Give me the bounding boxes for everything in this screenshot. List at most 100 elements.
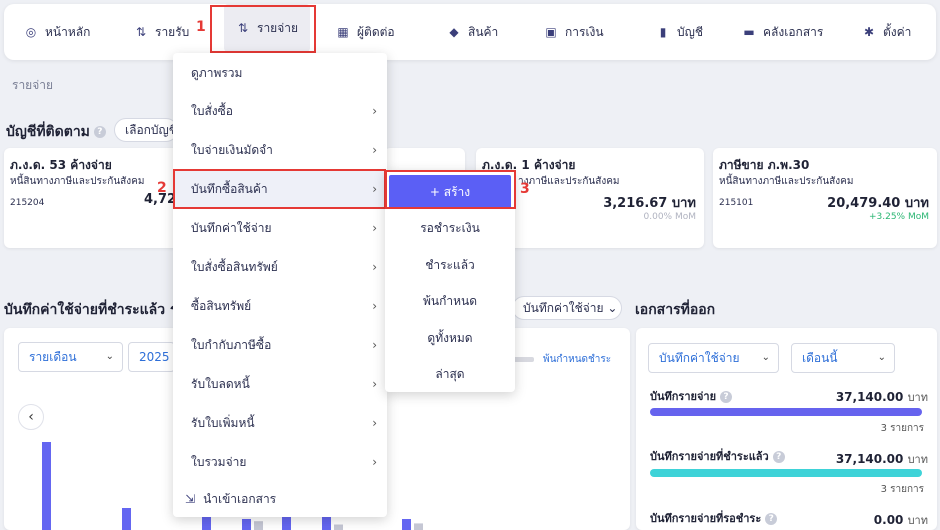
- import-icon: ⇲: [185, 492, 196, 506]
- documents-title: เอกสารที่ออก: [635, 302, 716, 318]
- card-code: 215204: [10, 198, 45, 208]
- metric-label: บันทึกรายจ่ายที่รอชำระ?: [650, 509, 778, 527]
- help-icon[interactable]: ?: [765, 513, 778, 525]
- chevron-right-icon: ›: [372, 416, 377, 430]
- metric-bar: [650, 408, 922, 416]
- doc-period-select[interactable]: เดือนนี้ ⌄: [791, 343, 895, 373]
- submenu-item-awaiting-payment[interactable]: รอชำระเงิน: [385, 219, 515, 238]
- nav-settings[interactable]: ✱ ตั้งค่า: [862, 4, 911, 60]
- annotation-number-2: 2: [157, 180, 167, 196]
- chevron-right-icon: ›: [372, 377, 377, 391]
- menu-item-import[interactable]: ⇲ นำเข้าเอกสาร: [173, 480, 387, 518]
- contacts-icon: ▦: [337, 25, 349, 39]
- nav-income[interactable]: ⇅ รายรับ: [134, 4, 189, 60]
- metric-bar: [650, 469, 922, 477]
- metric-count: 3 รายการ: [880, 484, 924, 495]
- period-select[interactable]: รายเดือน ⌄: [18, 342, 123, 372]
- nav-accounting-label: บัญชี: [677, 24, 703, 39]
- menu-item-deposit-payment[interactable]: ใบจ่ายเงินมัดจำ ›: [173, 131, 387, 169]
- menu-item-label: นำเข้าเอกสาร: [203, 492, 277, 506]
- chevron-right-icon: ›: [372, 182, 377, 196]
- purchase-record-submenu: + สร้าง รอชำระเงิน ชำระแล้ว พ้นกำหนด ดูท…: [385, 170, 515, 392]
- card-amount: 20,479.40 บาท: [827, 196, 929, 211]
- help-icon[interactable]: ?: [772, 451, 785, 463]
- nav-products[interactable]: ◆ สินค้า: [447, 4, 498, 60]
- annotation-number-3: 3: [520, 181, 530, 197]
- submenu-item-view-all[interactable]: ดูทั้งหมด: [385, 329, 515, 348]
- metric-value-number: 37,140.00: [835, 390, 904, 404]
- year-select[interactable]: 2025: [128, 342, 175, 372]
- nav-expense-label: รายจ่าย: [257, 20, 299, 35]
- menu-item-overview[interactable]: ดูภาพรวม: [173, 54, 387, 92]
- chevron-right-icon: ›: [372, 143, 377, 157]
- doc-type-select[interactable]: บันทึกค่าใช้จ่าย ⌄: [648, 343, 779, 373]
- metric-unit: บาท: [907, 514, 928, 527]
- menu-item-purchase-order[interactable]: ใบสั่งซื้อ ›: [173, 92, 387, 130]
- submenu-item-overdue[interactable]: พ้นกำหนด: [385, 292, 515, 311]
- folder-icon: ▬: [743, 25, 755, 39]
- menu-item-expense-record[interactable]: บันทึกค่าใช้จ่าย ›: [173, 209, 387, 247]
- nav-expense[interactable]: ⇅ รายจ่าย: [224, 4, 311, 52]
- card-title: ภาษีขาย ภ.พ.30: [719, 158, 810, 172]
- menu-item-label: บันทึกซื้อสินค้า: [191, 182, 268, 196]
- nav-home-label: หน้าหลัก: [45, 24, 91, 39]
- account-card[interactable]: ภ.ง.ด. 53 ค้างจ่าย หนี้สินทางภาษีและประก…: [4, 148, 194, 248]
- menu-item-asset-purchase[interactable]: ซื้อสินทรัพย์ ›: [173, 287, 387, 325]
- metric-label: บันทึกรายจ่ายที่ชำระแล้ว?: [650, 447, 785, 465]
- card-mom: +3.25% MoM: [868, 212, 929, 222]
- nav-products-label: สินค้า: [468, 24, 499, 39]
- nav-finance-label: การเงิน: [565, 24, 604, 39]
- money-icon: ▣: [545, 25, 557, 39]
- menu-item-label: ใบสั่งซื้อสินทรัพย์: [191, 260, 278, 274]
- nav-documents[interactable]: ▬ คลังเอกสาร: [742, 4, 823, 60]
- submenu-item-paid[interactable]: ชำระแล้ว: [385, 256, 515, 275]
- chevron-right-icon: ›: [372, 221, 377, 235]
- submenu-item-recent[interactable]: ล่าสุด: [385, 365, 515, 384]
- metric-unit: บาท: [907, 391, 928, 404]
- expense-type-label: บันทึกค่าใช้จ่าย: [523, 301, 604, 315]
- nav-accounting[interactable]: ▮ บัญชี: [656, 4, 703, 60]
- help-icon[interactable]: ?: [93, 126, 106, 138]
- sort-icon: ⇅: [237, 21, 249, 35]
- tracked-accounts-title: บัญชีที่ติดตาม?: [6, 121, 106, 143]
- card-title: ภ.ง.ด. 53 ค้างจ่าย: [10, 158, 112, 172]
- menu-item-label: ดูภาพรวม: [191, 66, 243, 80]
- create-button[interactable]: + สร้าง: [389, 175, 511, 209]
- chart-bar: [334, 524, 343, 530]
- expense-type-select[interactable]: บันทึกค่าใช้จ่าย ⌄: [512, 296, 622, 320]
- nav-documents-label: คลังเอกสาร: [763, 24, 824, 39]
- chevron-left-icon[interactable]: ‹: [18, 404, 44, 430]
- menu-item-label: ใบรวมจ่าย: [191, 455, 247, 469]
- chevron-down-icon: ⌄: [105, 351, 114, 362]
- menu-item-asset-po[interactable]: ใบสั่งซื้อสินทรัพย์ ›: [173, 248, 387, 286]
- expenses-section-title: บันทึกค่าใช้จ่ายที่ชำระแล้ว รอชำ: [4, 302, 179, 318]
- menu-item-label: ซื้อสินทรัพย์: [191, 299, 252, 313]
- book-icon: ▮: [659, 25, 667, 39]
- legend-overdue: พ้นกำหนดชำระ: [543, 354, 612, 365]
- top-navigation: ◎ หน้าหลัก ⇅ รายรับ ⇅ รายจ่าย ▦ ผู้ติดต่…: [4, 4, 936, 60]
- menu-item-debit-note[interactable]: รับใบเพิ่มหนี้ ›: [173, 404, 387, 442]
- doc-period-label: เดือนนี้: [802, 351, 838, 365]
- metric-value-number: 37,140.00: [835, 452, 904, 466]
- nav-finance[interactable]: ▣ การเงิน: [544, 4, 604, 60]
- account-card[interactable]: ภาษีขาย ภ.พ.30 หนี้สินทางภาษีและประกันสั…: [713, 148, 937, 248]
- help-icon[interactable]: ?: [720, 391, 733, 403]
- nav-contacts[interactable]: ▦ ผู้ติดต่อ: [336, 4, 395, 60]
- menu-item-combined-payment[interactable]: ใบรวมจ่าย ›: [173, 443, 387, 481]
- chart-bar: [414, 523, 423, 530]
- chevron-right-icon: ›: [372, 260, 377, 274]
- chevron-right-icon: ›: [372, 299, 377, 313]
- select-account-button[interactable]: เลือกบัญชี: [114, 118, 178, 142]
- nav-contacts-label: ผู้ติดต่อ: [357, 24, 395, 39]
- metric-value-number: 0.00: [873, 513, 904, 527]
- menu-item-credit-note[interactable]: รับใบลดหนี้ ›: [173, 365, 387, 403]
- chevron-down-icon: ⌄: [607, 301, 618, 315]
- chevron-right-icon: ›: [372, 455, 377, 469]
- sort-icon: ⇅: [135, 25, 147, 39]
- menu-item-purchase-record[interactable]: บันทึกซื้อสินค้า ›: [173, 170, 387, 208]
- dashboard-icon: ◎: [25, 25, 37, 39]
- chart-bar: [282, 516, 291, 530]
- menu-item-purchase-tax-invoice[interactable]: ใบกำกับภาษีซื้อ ›: [173, 326, 387, 364]
- nav-home[interactable]: ◎ หน้าหลัก: [24, 4, 91, 60]
- metric-label: บันทึกรายจ่าย?: [650, 387, 733, 405]
